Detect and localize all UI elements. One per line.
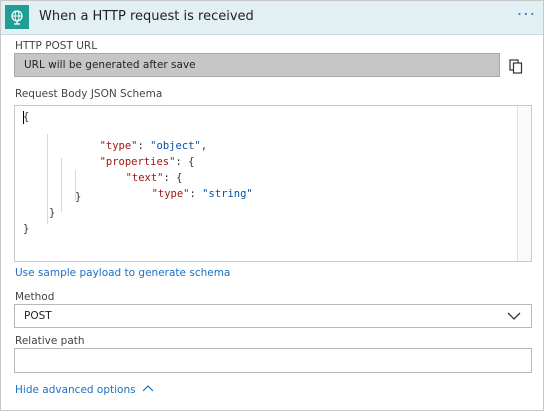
card-title: When a HTTP request is received bbox=[39, 9, 254, 24]
copy-icon[interactable] bbox=[509, 59, 523, 78]
card-header[interactable]: When a HTTP request is received ··· bbox=[1, 1, 543, 35]
schema-code[interactable]: { "type": "object", "properties": { "tex… bbox=[15, 106, 518, 261]
schema-label: Request Body JSON Schema bbox=[15, 88, 163, 100]
http-post-url-value: URL will be generated after save bbox=[24, 59, 196, 71]
method-select[interactable]: POST bbox=[14, 304, 532, 328]
relative-path-input[interactable] bbox=[14, 348, 532, 373]
method-value: POST bbox=[24, 310, 52, 322]
hide-advanced-options-link[interactable]: Hide advanced options bbox=[15, 384, 154, 396]
sample-payload-link[interactable]: Use sample payload to generate schema bbox=[15, 267, 230, 279]
code-line: } bbox=[75, 191, 82, 203]
method-label: Method bbox=[15, 291, 55, 303]
chevron-down-icon bbox=[507, 312, 521, 320]
schema-editor[interactable]: { "type": "object", "properties": { "tex… bbox=[14, 105, 532, 262]
relative-path-label: Relative path bbox=[15, 335, 85, 347]
code-line: { bbox=[23, 111, 30, 123]
indent-guide bbox=[47, 134, 48, 224]
code-line: "type": "string" bbox=[151, 188, 253, 200]
code-line: } bbox=[23, 223, 30, 235]
more-options-icon[interactable]: ··· bbox=[517, 5, 536, 25]
globe-request-icon bbox=[5, 5, 29, 29]
http-post-url-field: URL will be generated after save bbox=[14, 53, 500, 77]
json-key: "type" bbox=[151, 188, 190, 200]
json-string: "string" bbox=[202, 188, 253, 200]
http-post-url-label: HTTP POST URL bbox=[15, 40, 98, 52]
trigger-card: When a HTTP request is received ··· HTTP… bbox=[0, 0, 544, 411]
hide-advanced-options-label: Hide advanced options bbox=[15, 384, 136, 396]
chevron-up-icon bbox=[142, 385, 154, 392]
code-line: } bbox=[49, 207, 56, 219]
vertical-scrollbar[interactable] bbox=[517, 106, 531, 261]
